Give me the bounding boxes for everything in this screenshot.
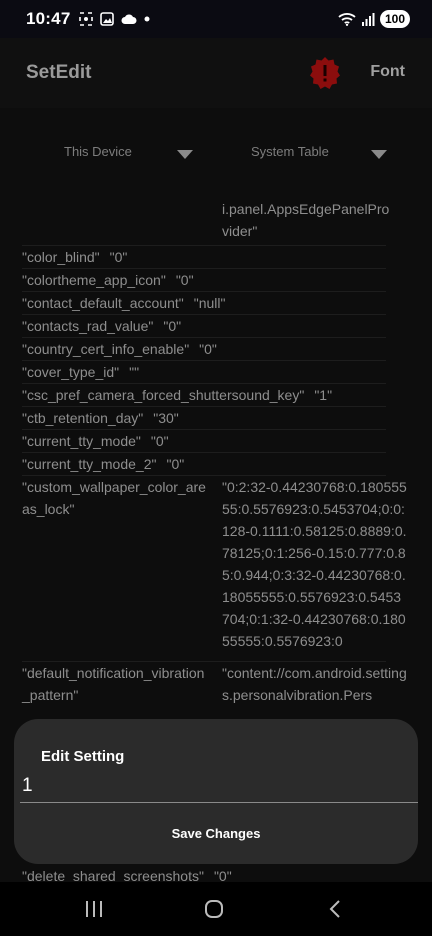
navigation-bar xyxy=(0,882,432,936)
setting-value: "0" xyxy=(175,272,194,288)
dot-icon xyxy=(144,16,150,22)
screenshot-icon xyxy=(79,12,94,26)
setting-value: "0" xyxy=(150,433,169,449)
table-dropdown[interactable]: System Table xyxy=(251,144,329,159)
setting-value: "0" xyxy=(166,456,185,472)
setting-key: "delete_shared_screenshots" xyxy=(22,868,204,882)
setting-row[interactable]: "current_tty_mode_2" "0" xyxy=(22,453,386,476)
notification-icons xyxy=(79,12,150,26)
setting-key: "custom_wallpaper_color_areas_lock" xyxy=(22,479,206,517)
app-title: SetEdit xyxy=(26,62,92,83)
setting-row[interactable]: "contact_default_account" "null" xyxy=(22,292,386,315)
setting-row[interactable]: "custom_wallpaper_color_areas_lock" "0:2… xyxy=(22,476,407,662)
font-button[interactable]: Font xyxy=(370,63,405,81)
save-changes-button[interactable]: Save Changes xyxy=(14,819,418,849)
setting-row-partial[interactable]: "delete_shared_screenshots" "0" xyxy=(22,868,232,882)
setting-key: "contacts_rad_value" xyxy=(22,318,154,334)
edit-dialog-title: Edit Setting xyxy=(41,748,125,765)
setting-row[interactable]: "current_tty_mode" "0" xyxy=(22,430,386,453)
setting-value: "0" xyxy=(163,318,182,334)
setting-key: "contact_default_account" xyxy=(22,295,184,311)
setting-row[interactable]: "csc_pref_camera_forced_shuttersound_key… xyxy=(22,384,386,407)
edit-setting-dialog: Edit Setting Save Changes xyxy=(14,719,418,864)
setting-value: "1" xyxy=(314,387,333,403)
setting-row[interactable]: "color_blind" "0" xyxy=(22,246,386,269)
setting-key: "current_tty_mode" xyxy=(22,433,141,449)
table-dropdown-label: System Table xyxy=(251,144,329,159)
scope-dropdown-label: This Device xyxy=(64,144,132,159)
setting-row[interactable]: "cover_type_id" "" xyxy=(22,361,386,384)
cloud-icon xyxy=(121,14,137,24)
setting-key: "default_notification_vibration_pattern" xyxy=(22,665,205,703)
system-status-icons: 100 xyxy=(338,10,410,28)
setting-key: "color_blind" xyxy=(22,249,100,265)
wifi-icon xyxy=(338,13,356,26)
back-button[interactable] xyxy=(320,894,350,924)
setting-key: "colortheme_app_icon" xyxy=(22,272,166,288)
setting-row[interactable]: "colortheme_app_icon" "0" xyxy=(22,269,386,292)
setting-value: "0:2:32-0.44230768:0.18055555:0.5576923:… xyxy=(222,479,407,649)
setting-value: i.panel.AppsEdgePanelProvider" xyxy=(222,201,390,239)
recent-apps-button[interactable] xyxy=(79,894,109,924)
setting-value: "content://com.android.settings.personal… xyxy=(222,665,407,703)
setting-value: "30" xyxy=(153,410,179,426)
alert-badge-icon[interactable] xyxy=(308,56,342,90)
setting-row[interactable]: "ctb_retention_day" "30" xyxy=(22,407,386,430)
recent-apps-icon xyxy=(86,901,102,917)
setting-row[interactable]: "country_cert_info_enable" "0" xyxy=(22,338,386,361)
gallery-icon xyxy=(100,12,115,26)
back-icon xyxy=(329,900,340,918)
status-time: 10:47 xyxy=(26,9,71,28)
battery-indicator: 100 xyxy=(379,10,410,28)
setting-key: "csc_pref_camera_forced_shuttersound_key… xyxy=(22,387,305,403)
scope-dropdown[interactable]: This Device xyxy=(64,144,132,159)
setting-value: "0" xyxy=(199,341,217,357)
setting-value: "null" xyxy=(193,295,226,311)
setting-value: "" xyxy=(129,364,140,380)
table-dropdown-arrow-icon[interactable] xyxy=(371,150,387,159)
setting-value-input[interactable] xyxy=(20,769,418,803)
scope-dropdown-arrow-icon[interactable] xyxy=(177,150,193,159)
home-icon xyxy=(205,900,223,918)
setting-key: "country_cert_info_enable" xyxy=(22,341,190,357)
status-bar: 10:47 100 xyxy=(0,0,432,38)
home-button[interactable] xyxy=(199,894,229,924)
setting-key: "cover_type_id" xyxy=(22,364,120,380)
setting-key: "current_tty_mode_2" xyxy=(22,456,157,472)
signal-icon xyxy=(361,12,375,26)
setting-row[interactable]: "contacts_rad_value" "0" xyxy=(22,315,386,338)
app-bar: SetEdit Font xyxy=(0,38,432,108)
setting-value: "0" xyxy=(109,249,128,265)
setting-key: "ctb_retention_day" xyxy=(22,410,144,426)
setting-value: "0" xyxy=(213,868,232,882)
setting-row[interactable]: i.panel.AppsEdgePanelProvider" xyxy=(22,194,389,246)
